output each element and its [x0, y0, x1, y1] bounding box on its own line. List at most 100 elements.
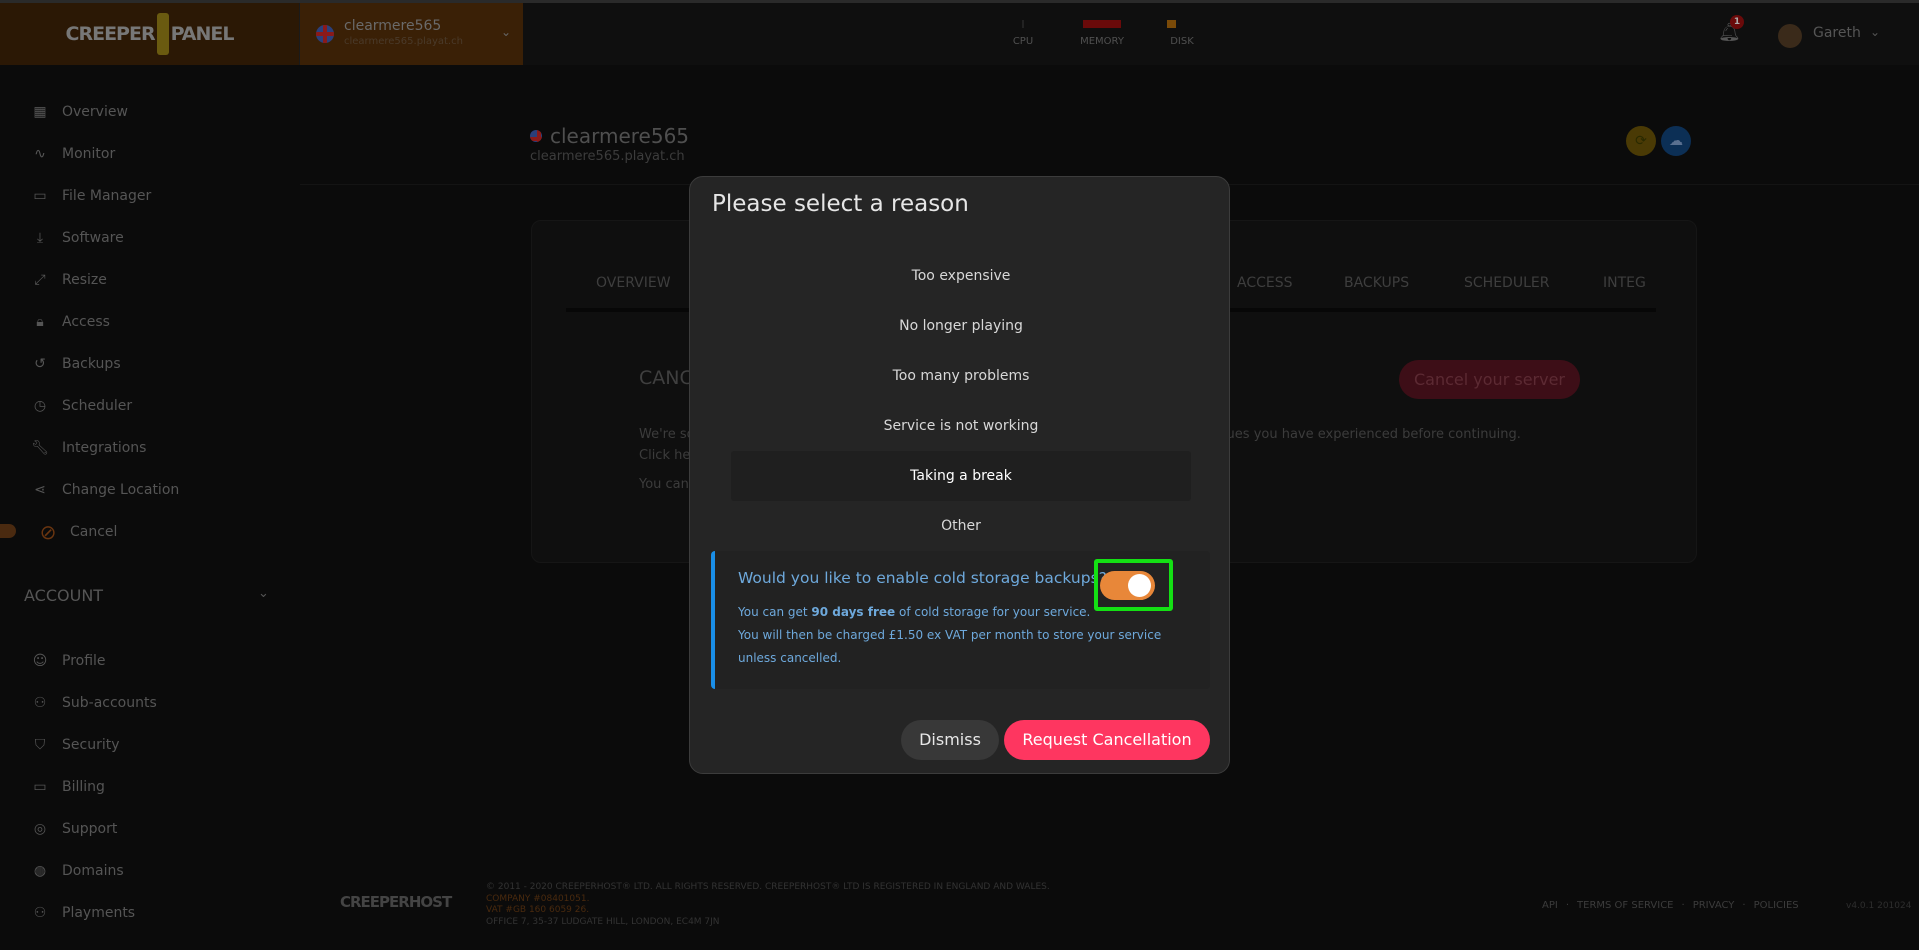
footer-links: API · TERMS OF SERVICE · PRIVACY · POLICIES: [1542, 900, 1799, 911]
reason-option[interactable]: Service is not working: [731, 401, 1191, 451]
cloud-download-icon[interactable]: ☁: [1661, 126, 1691, 156]
tab-integrations[interactable]: INTEG: [1603, 275, 1646, 291]
sidebar-item-label: Support: [62, 821, 118, 837]
user-name[interactable]: Gareth: [1813, 25, 1861, 41]
sidebar-item-support[interactable]: ◎ Support: [30, 814, 117, 844]
tab-access[interactable]: ACCESS: [1237, 275, 1293, 291]
reason-option[interactable]: Too expensive: [731, 251, 1191, 301]
server-title: clearmere565: [550, 124, 690, 148]
click-here-link[interactable]: Click he: [639, 448, 690, 463]
sidebar-item-label: Playments: [62, 905, 136, 921]
sidebar-item-label: Monitor: [62, 146, 116, 162]
vat-number: VAT #GB 160 6059 26.: [486, 905, 590, 915]
sidebar-item-label: Scheduler: [62, 398, 133, 414]
reason-option[interactable]: Other: [731, 501, 1191, 551]
ban-icon: ⊘: [39, 520, 57, 544]
address: OFFICE 7, 35-37 LUDGATE HILL, LONDON, EC…: [486, 916, 720, 927]
sidebar-item-profile[interactable]: ☺ Profile: [30, 646, 106, 676]
tab-scheduler[interactable]: SCHEDULER: [1464, 275, 1549, 291]
download-icon: ⤓: [36, 230, 44, 246]
body-text: We're so: [639, 427, 695, 442]
sidebar-item-backups[interactable]: ↺ Backups: [30, 349, 121, 379]
sidebar-item-label: Software: [62, 230, 124, 246]
restart-icon[interactable]: ⟳: [1626, 126, 1656, 156]
uk-flag-icon: [316, 25, 334, 43]
sidebar-item-billing[interactable]: ▭ Billing: [30, 772, 105, 802]
cold-storage-question: Would you like to enable cold storage ba…: [738, 569, 1107, 587]
copyright: © 2011 - 2020 CREEPERHOST® LTD. ALL RIGH…: [486, 882, 1050, 892]
dismiss-button[interactable]: Dismiss: [901, 720, 999, 760]
footer-text: © 2011 - 2020 CREEPERHOST® LTD. ALL RIGH…: [486, 882, 1050, 928]
sidebar-item-label: Overview: [62, 104, 128, 120]
creeperpanel-logo[interactable]: CREEPER PANEL: [0, 3, 299, 65]
text: You can get: [738, 605, 812, 619]
user-icon: ☺: [32, 653, 48, 669]
sidebar-item-sub-accounts[interactable]: ⚇ Sub-accounts: [30, 688, 157, 718]
reason-option[interactable]: No longer playing: [731, 301, 1191, 351]
sidebar-item-monitor[interactable]: ∿ Monitor: [30, 139, 115, 169]
disk-label: DISK: [1170, 36, 1194, 47]
company-number: COMPANY #08401051.: [486, 893, 590, 904]
tab-backups[interactable]: BACKUPS: [1344, 275, 1409, 291]
chevron-down-icon[interactable]: ⌄: [1870, 25, 1880, 39]
sidebar-item-label: Billing: [62, 779, 105, 795]
sidebar-item-label: Sub-accounts: [62, 695, 157, 711]
users-icon: ⚇: [33, 695, 47, 711]
disk-meter: DISK: [1165, 20, 1199, 47]
reason-option[interactable]: Too many problems: [731, 351, 1191, 401]
shield-icon: ⛉: [34, 737, 46, 753]
rotate-icon: ↺: [34, 356, 46, 372]
activity-icon: ∿: [34, 146, 46, 162]
api-link[interactable]: API: [1542, 900, 1558, 911]
policies-link[interactable]: POLICIES: [1754, 900, 1799, 911]
sidebar-item-label: Resize: [62, 272, 107, 288]
body-text: ssues you have experienced before contin…: [1213, 427, 1521, 442]
sidebar-item-label: Domains: [62, 863, 124, 879]
sidebar-item-cancel[interactable]: ⊘ Cancel: [30, 517, 118, 547]
account-section-label[interactable]: ACCOUNT: [24, 586, 103, 605]
server-host: clearmere565.playat.ch: [344, 36, 463, 47]
sidebar-item-integrations[interactable]: 🔧︎ Integrations: [30, 433, 146, 463]
chevron-down-icon[interactable]: ⌄: [258, 586, 269, 601]
request-cancellation-button[interactable]: Request Cancellation: [1004, 720, 1210, 760]
sidebar-item-security[interactable]: ⛉ Security: [30, 730, 120, 760]
privacy-link[interactable]: PRIVACY: [1693, 900, 1735, 911]
toggle-knob[interactable]: [1128, 574, 1151, 597]
lifebuoy-icon: ◎: [33, 821, 47, 837]
sidebar-item-resize[interactable]: ⤢ Resize: [30, 265, 107, 295]
avatar[interactable]: [1778, 24, 1802, 48]
sidebar-item-playments[interactable]: ⚇ Playments: [30, 898, 135, 928]
cancel-server-button[interactable]: Cancel your server: [1399, 360, 1580, 399]
sidebar-item-label: File Manager: [62, 188, 152, 204]
body-text: You can: [639, 477, 689, 492]
text: of cold storage for your service.: [895, 605, 1091, 619]
sidebar-item-label: Backups: [62, 356, 121, 372]
terms-link[interactable]: TERMS OF SERVICE: [1577, 900, 1674, 911]
uk-flag-icon: [530, 130, 542, 142]
sidebar-item-domains[interactable]: ◍ Domains: [30, 856, 124, 886]
sidebar-item-overview[interactable]: ▦ Overview: [30, 97, 128, 127]
sidebar-item-label: Cancel: [70, 524, 118, 540]
credit-card-icon: ▭: [33, 779, 47, 795]
sidebar-item-label: Change Location: [62, 482, 180, 498]
modal-title: Please select a reason: [712, 191, 969, 217]
sidebar-item-change-location[interactable]: ⋖ Change Location: [30, 475, 179, 505]
version: v4.0.1 201024: [1846, 901, 1912, 911]
sidebar-item-scheduler[interactable]: ◷ Scheduler: [30, 391, 132, 421]
sidebar-item-file-manager[interactable]: ▭ File Manager: [30, 181, 151, 211]
sidebar-item-access[interactable]: 🔒︎ Access: [30, 307, 110, 337]
users-icon: ⚇: [33, 905, 47, 921]
expand-icon: ⤢: [34, 272, 46, 288]
reason-option[interactable]: Taking a break: [731, 451, 1191, 501]
cpu-meter: CPU: [1008, 20, 1038, 47]
server-selector[interactable]: clearmere565 clearmere565.playat.ch ⌄: [299, 3, 523, 65]
creeperhost-logo: CREEPERHOST: [340, 893, 452, 911]
sidebar-item-label: Access: [62, 314, 110, 330]
charge-text: You will then be charged £1.50 ex VAT pe…: [738, 628, 1162, 665]
free-days: 90 days free: [811, 605, 896, 619]
tab-overview[interactable]: OVERVIEW: [596, 275, 671, 291]
sidebar-item-software[interactable]: ⤓ Software: [30, 223, 124, 253]
share-icon: ⋖: [34, 482, 46, 498]
page-title: clearmere565: [530, 124, 689, 148]
sidebar-item-label: Security: [62, 737, 120, 753]
